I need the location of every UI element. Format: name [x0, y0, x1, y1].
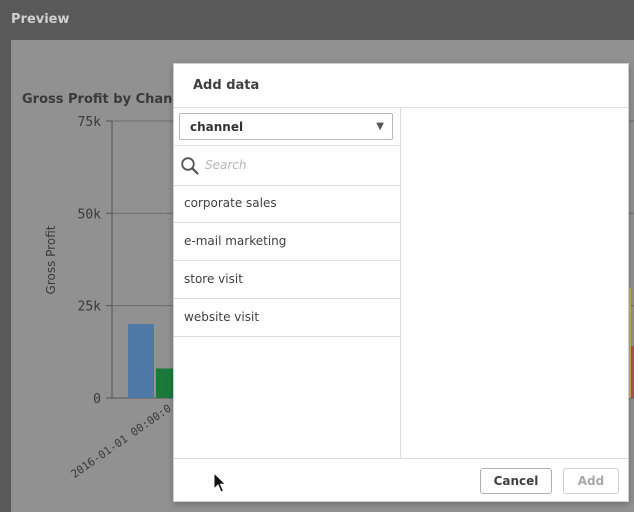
x-tick-label: 2016-01-01 00:00:0 [69, 402, 174, 481]
caret-down-icon: ▼ [376, 121, 384, 132]
search-input[interactable] [205, 155, 385, 175]
y-tick-label: 50k [78, 207, 102, 222]
value-list: corporate sales e-mail marketing store v… [174, 185, 400, 337]
y-tick-label: 0 [93, 392, 101, 407]
search-row [174, 145, 400, 186]
list-item[interactable]: website visit [174, 299, 400, 337]
field-pane: channel ▼ corporate sales e-mail marketi… [174, 108, 401, 458]
cancel-button[interactable]: Cancel [480, 468, 552, 494]
add-button[interactable]: Add [563, 468, 619, 494]
y-tick-label: 75k [78, 115, 102, 130]
field-select-value: channel [190, 120, 244, 134]
chart-title: Gross Profit by Channe [22, 92, 191, 107]
search-icon [181, 157, 199, 175]
list-item-label: store visit [184, 272, 243, 286]
dialog-title: Add data [193, 78, 260, 93]
y-tick-label: 25k [78, 300, 102, 315]
chart-bar [128, 324, 154, 398]
dialog-footer: Cancel Add [174, 458, 628, 502]
list-item-label: website visit [184, 310, 260, 324]
field-select[interactable]: channel ▼ [179, 113, 393, 140]
list-item-label: corporate sales [184, 196, 277, 210]
dialog-header: Add data [174, 64, 628, 108]
mouse-cursor-icon [213, 472, 227, 493]
list-item[interactable]: corporate sales [174, 185, 400, 223]
y-axis-label: Gross Profit [44, 225, 58, 294]
list-item[interactable]: store visit [174, 261, 400, 299]
add-data-dialog: Add data channel ▼ corporate sales e-mai… [173, 63, 629, 502]
list-item[interactable]: e-mail marketing [174, 223, 400, 261]
list-item-label: e-mail marketing [184, 234, 287, 248]
